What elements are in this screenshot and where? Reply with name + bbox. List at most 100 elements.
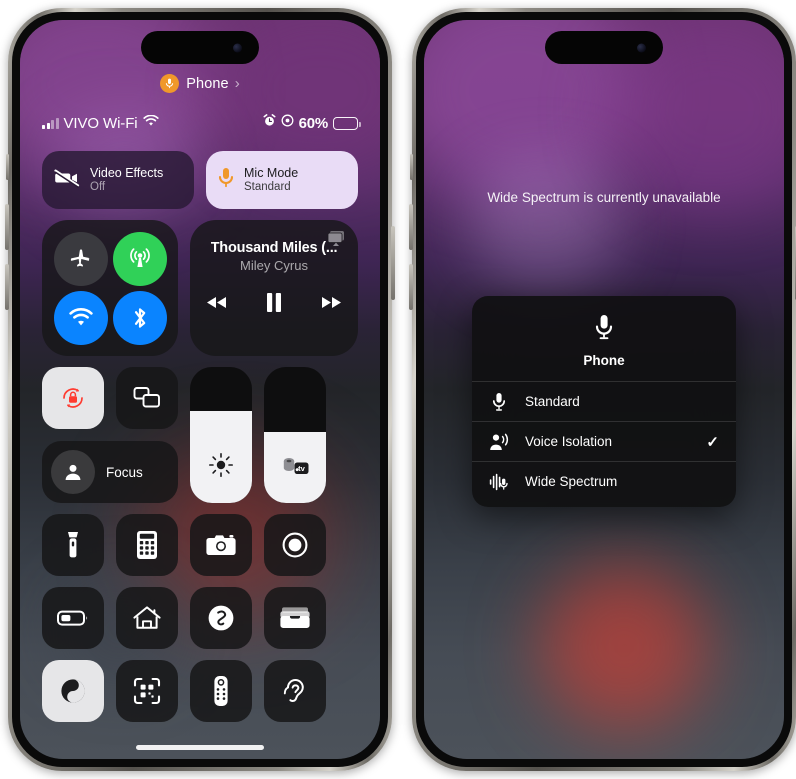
focus-target-icon <box>281 114 294 132</box>
front-camera-lens <box>637 43 646 52</box>
mic-mode-option-label: Wide Spectrum <box>525 474 618 489</box>
utility-grid-row-2 <box>42 587 358 649</box>
mic-mode-option-voice-isolation[interactable]: Voice Isolation ✓ <box>472 421 736 461</box>
connectivity-module <box>42 220 178 356</box>
status-bar: VIVO Wi-Fi 60% <box>20 112 380 134</box>
screenshot-stage: Phone › VIVO Wi-Fi 60% Video Effects Off… <box>0 0 796 779</box>
bluetooth-icon <box>134 307 145 328</box>
alarm-clock-icon <box>263 114 276 132</box>
carrier-label: VIVO Wi-Fi <box>63 114 138 132</box>
video-effects-title: Video Effects <box>90 165 164 180</box>
call-effects-row: Video Effects Off Mic Mode Standard <box>42 151 358 209</box>
apple-tv-remote-button[interactable] <box>190 660 252 722</box>
sun-icon <box>208 452 234 483</box>
calculator-icon <box>137 531 157 559</box>
fast-forward-button[interactable] <box>320 295 343 315</box>
screen-record-button[interactable] <box>264 514 326 576</box>
ear-icon <box>283 679 304 702</box>
mic-mode-card[interactable]: Mic Mode Standard <box>206 151 358 209</box>
active-call-banner[interactable]: Phone › <box>20 74 380 93</box>
brightness-slider[interactable] <box>190 367 252 503</box>
rotation-lock-toggle[interactable] <box>42 367 104 429</box>
microphone-icon <box>489 392 509 412</box>
toggles-sliders-row: Focus tv <box>42 367 358 503</box>
dark-mode-toggle[interactable] <box>42 660 104 722</box>
wifi-toggle[interactable] <box>53 290 108 345</box>
utility-grid-row-3 <box>42 660 358 722</box>
home-icon <box>133 606 161 629</box>
wallet-button[interactable] <box>264 587 326 649</box>
now-playing-module[interactable]: Thousand Miles (... Miley Cyrus <box>190 220 358 356</box>
iphone-right-device: Wide Spectrum is currently unavailable P… <box>409 8 796 771</box>
home-app-button[interactable] <box>116 587 178 649</box>
shazam-icon <box>208 605 234 631</box>
volume-down-button[interactable] <box>409 264 413 310</box>
airplane-mode-toggle[interactable] <box>53 231 108 286</box>
focus-label: Focus <box>106 464 143 480</box>
unavailable-notice: Wide Spectrum is currently unavailable <box>487 190 721 205</box>
utility-grid-row-1 <box>42 514 358 576</box>
airplay-icon[interactable] <box>327 230 347 252</box>
cellular-bars-icon <box>42 117 59 129</box>
bluetooth-toggle[interactable] <box>112 290 167 345</box>
screen-mirroring-toggle[interactable] <box>116 367 178 429</box>
toggles-column: Focus <box>42 367 178 503</box>
airplane-icon <box>70 248 90 267</box>
track-title: Thousand Miles (... <box>210 240 338 256</box>
volume-up-button[interactable] <box>409 204 413 250</box>
volume-slider[interactable]: tv <box>264 367 326 503</box>
calculator-button[interactable] <box>116 514 178 576</box>
hearing-button[interactable] <box>264 660 326 722</box>
wifi-icon <box>142 114 159 132</box>
device-bezel: Phone › VIVO Wi-Fi 60% Video Effects Off… <box>12 12 388 767</box>
focus-toggle[interactable]: Focus <box>42 441 178 503</box>
connectivity-media-row: Thousand Miles (... Miley Cyrus <box>42 220 358 356</box>
battery-icon <box>333 116 361 130</box>
power-button[interactable] <box>391 226 395 300</box>
svg-text:tv: tv <box>298 464 306 473</box>
control-center: Video Effects Off Mic Mode Standard Thou… <box>20 151 380 733</box>
volume-up-button[interactable] <box>5 204 9 250</box>
code-scanner-button[interactable] <box>116 660 178 722</box>
home-indicator[interactable] <box>136 745 264 750</box>
video-effects-card[interactable]: Video Effects Off <box>42 151 194 209</box>
flashlight-icon <box>68 532 78 558</box>
microphone-icon <box>160 74 180 93</box>
left-screen: Phone › VIVO Wi-Fi 60% Video Effects Off… <box>20 20 380 759</box>
battery-icon <box>57 610 88 626</box>
appletv-speaker-icon: tv <box>278 452 312 483</box>
wifi-icon <box>68 307 93 325</box>
right-screen: Wide Spectrum is currently unavailable P… <box>424 20 784 759</box>
dynamic-island[interactable] <box>141 31 259 64</box>
video-effects-state: Off <box>90 181 106 194</box>
mic-mode-menu: Phone Standard Voice Isolation ✓ Wide Sp… <box>472 296 736 507</box>
rotation-lock-icon <box>63 388 83 408</box>
microphone-icon <box>594 314 614 346</box>
dark-mode-icon <box>61 679 85 703</box>
call-app-label: Phone <box>186 75 229 92</box>
mic-mode-option-standard[interactable]: Standard <box>472 381 736 421</box>
checkmark-icon: ✓ <box>706 433 719 451</box>
device-bezel: Wide Spectrum is currently unavailable P… <box>416 12 792 767</box>
volume-down-button[interactable] <box>5 264 9 310</box>
silent-switch[interactable] <box>6 154 9 180</box>
mic-mode-option-wide-spectrum[interactable]: Wide Spectrum <box>472 461 736 501</box>
rewind-button[interactable] <box>205 295 228 315</box>
wallet-icon <box>280 607 310 628</box>
flashlight-toggle[interactable] <box>42 514 104 576</box>
transport-controls <box>205 293 343 317</box>
mic-mode-option-label: Voice Isolation <box>525 434 613 449</box>
camera-button[interactable] <box>190 514 252 576</box>
pause-button[interactable] <box>266 293 282 317</box>
track-artist: Miley Cyrus <box>240 258 308 273</box>
dynamic-island[interactable] <box>545 31 663 64</box>
silent-switch[interactable] <box>410 154 413 180</box>
shazam-button[interactable] <box>190 587 252 649</box>
mic-mode-option-label: Standard <box>525 394 580 409</box>
cellular-data-toggle[interactable] <box>112 231 167 286</box>
record-icon <box>282 532 308 558</box>
microphone-icon <box>218 167 234 194</box>
remote-icon <box>214 676 228 706</box>
low-power-mode-toggle[interactable] <box>42 587 104 649</box>
mic-mode-menu-title: Phone <box>583 353 625 368</box>
